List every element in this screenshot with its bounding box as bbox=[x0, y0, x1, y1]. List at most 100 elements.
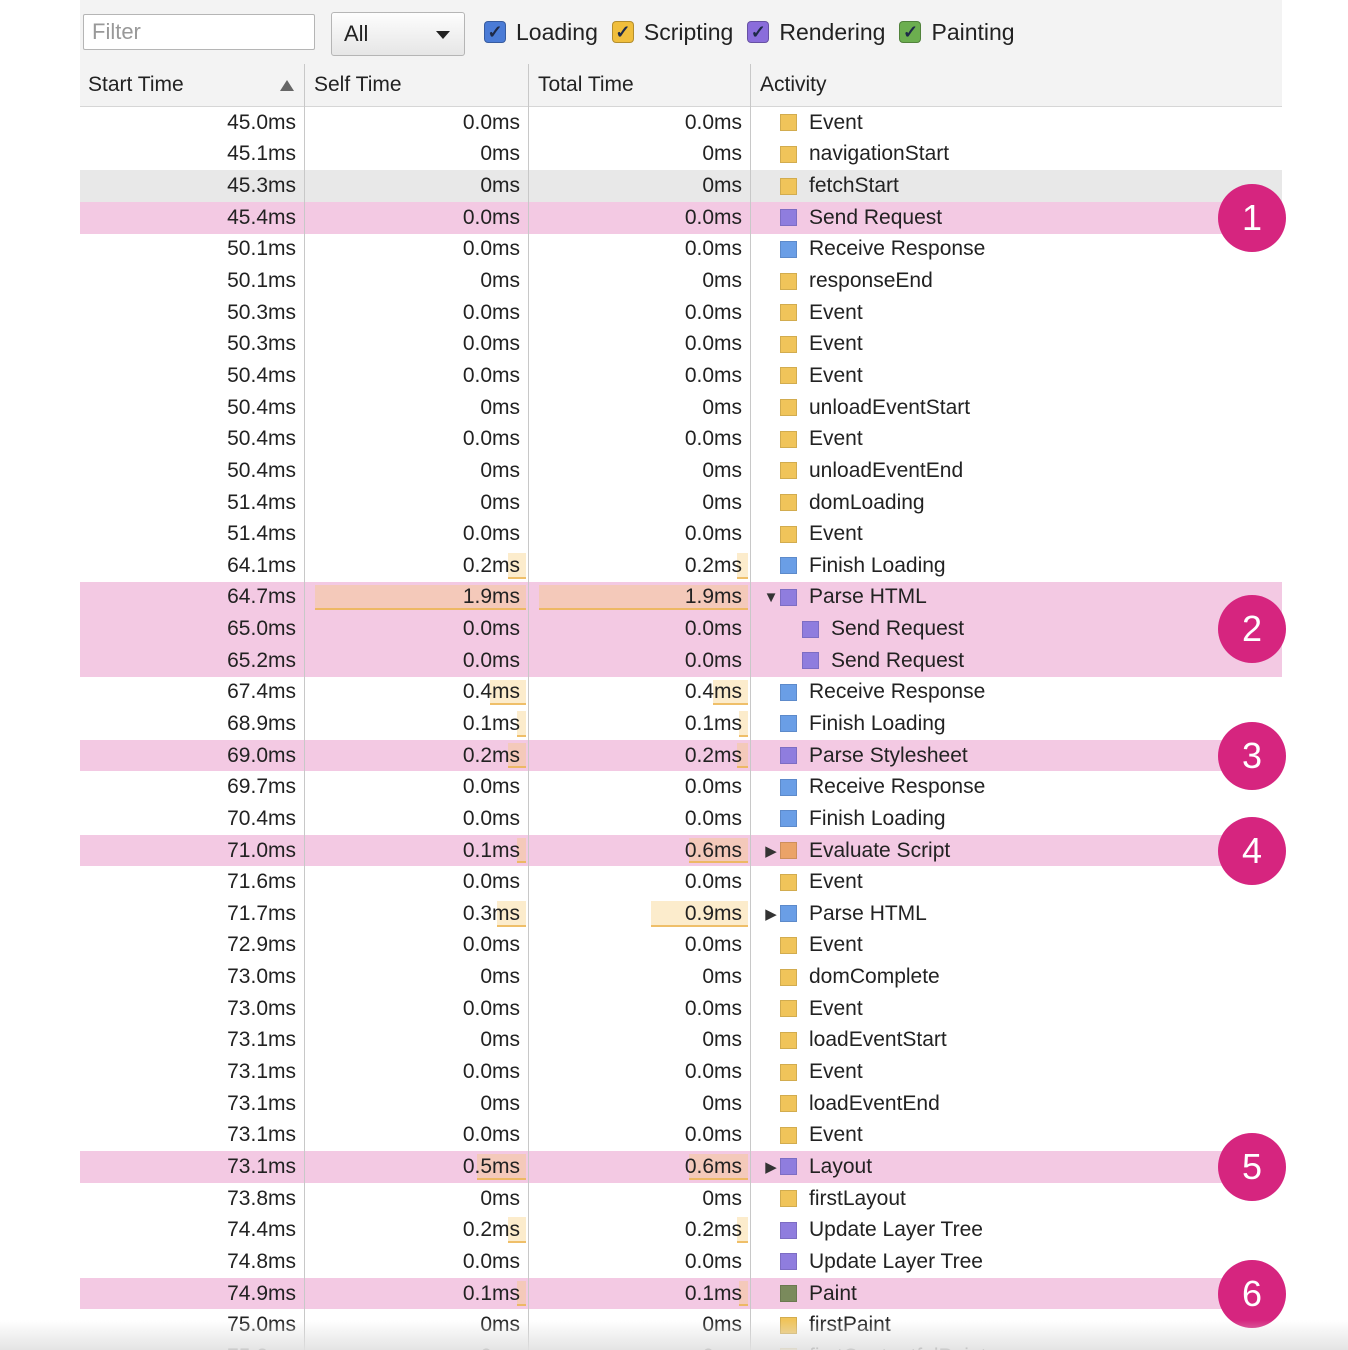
self-time-cell-value: 0.0ms bbox=[462, 806, 520, 830]
table-row[interactable]: 73.0ms 0ms 0ms domComplete bbox=[80, 961, 1282, 993]
total-time-cell-value: 0.2ms bbox=[684, 553, 742, 577]
table-row[interactable]: 71.7ms 0.3ms 0.9ms ▶ Parse HTML bbox=[80, 898, 1282, 930]
table-row[interactable]: 69.7ms 0.0ms 0.0ms Receive Response bbox=[80, 771, 1282, 803]
activity-name: Parse HTML bbox=[809, 585, 927, 609]
table-row[interactable]: 50.4ms 0ms 0ms unloadEventEnd bbox=[80, 455, 1282, 487]
table-row[interactable]: 65.0ms 0.0ms 0.0ms Send Request bbox=[80, 613, 1282, 645]
table-row[interactable]: 71.6ms 0.0ms 0.0ms Event bbox=[80, 866, 1282, 898]
activity-name: firstLayout bbox=[809, 1186, 906, 1210]
table-row[interactable]: 67.4ms 0.4ms 0.4ms Receive Response bbox=[80, 677, 1282, 709]
expand-triangle-right-icon[interactable]: ▶ bbox=[762, 905, 780, 923]
start-time-cell: 74.4ms bbox=[80, 1214, 304, 1246]
table-row[interactable]: 45.3ms 0ms 0ms fetchStart bbox=[80, 170, 1282, 202]
table-row[interactable]: 45.4ms 0.0ms 0.0ms Send Request bbox=[80, 201, 1282, 234]
category-swatch-icon bbox=[780, 1063, 797, 1081]
table-row[interactable]: 73.1ms 0ms 0ms loadEventStart bbox=[80, 1025, 1282, 1057]
table-row[interactable]: 73.1ms 0ms 0ms loadEventEnd bbox=[80, 1088, 1282, 1120]
activity-name: Update Layer Tree bbox=[809, 1249, 983, 1273]
filter-checkbox-painting[interactable]: ✓ Painting bbox=[899, 19, 1015, 46]
filter-checkbox-rendering[interactable]: ✓ Rendering bbox=[747, 19, 885, 46]
expand-triangle-right-icon[interactable]: ▶ bbox=[762, 1158, 780, 1176]
table-row[interactable]: 69.0ms 0.2ms 0.2ms Parse Stylesheet bbox=[80, 739, 1282, 772]
check-icon[interactable]: ✓ bbox=[611, 21, 634, 43]
table-row[interactable]: 45.0ms 0.0ms 0.0ms Event bbox=[80, 107, 1282, 139]
total-time-cell-value: 0.6ms bbox=[684, 1154, 742, 1178]
table-row[interactable]: 73.1ms 0.0ms 0.0ms Event bbox=[80, 1056, 1282, 1088]
table-row[interactable]: 73.1ms 0.0ms 0.0ms Event bbox=[80, 1120, 1282, 1152]
expand-triangle-right-icon[interactable]: ▶ bbox=[762, 842, 780, 860]
column-header-start-time[interactable]: Start Time bbox=[80, 64, 304, 106]
table-row[interactable]: 70.4ms 0.0ms 0.0ms Finish Loading bbox=[80, 803, 1282, 835]
column-header-self-time[interactable]: Self Time bbox=[306, 64, 528, 106]
table-row[interactable]: 50.4ms 0.0ms 0.0ms Event bbox=[80, 360, 1282, 392]
activity-name: Event bbox=[809, 300, 863, 324]
table-row[interactable]: 50.4ms 0ms 0ms unloadEventStart bbox=[80, 392, 1282, 424]
start-time-cell-value: 50.4ms bbox=[227, 363, 296, 387]
table-row[interactable]: 71.0ms 0.1ms 0.6ms ▶ Evaluate Script bbox=[80, 834, 1282, 867]
total-time-cell-value: 0.0ms bbox=[684, 110, 742, 134]
start-time-cell-value: 73.1ms bbox=[227, 1154, 296, 1178]
category-swatch-icon bbox=[780, 905, 797, 923]
total-time-cell-value: 0.0ms bbox=[684, 300, 742, 324]
table-row[interactable]: 72.9ms 0.0ms 0.0ms Event bbox=[80, 930, 1282, 962]
table-row[interactable]: 50.1ms 0.0ms 0.0ms Receive Response bbox=[80, 234, 1282, 266]
self-time-cell: 0.1ms bbox=[306, 1278, 528, 1310]
column-header-total-time[interactable]: Total Time bbox=[530, 64, 750, 106]
table-row[interactable]: 51.4ms 0ms 0ms domLoading bbox=[80, 487, 1282, 519]
table-row[interactable]: 45.1ms 0ms 0ms navigationStart bbox=[80, 139, 1282, 171]
category-swatch-icon bbox=[780, 936, 797, 954]
table-row[interactable]: 51.4ms 0.0ms 0.0ms Event bbox=[80, 518, 1282, 550]
total-time-cell: 0.0ms bbox=[530, 771, 750, 803]
filter-checkbox-scripting[interactable]: ✓ Scripting bbox=[611, 19, 733, 46]
table-row[interactable]: 73.0ms 0.0ms 0.0ms Event bbox=[80, 993, 1282, 1025]
table-row[interactable]: 50.3ms 0.0ms 0.0ms Event bbox=[80, 328, 1282, 360]
activity-cell: Paint bbox=[752, 1278, 1282, 1310]
activity-cell: Event bbox=[752, 107, 1282, 139]
category-swatch-icon bbox=[780, 240, 797, 258]
filter-input[interactable] bbox=[83, 14, 315, 50]
total-time-cell: 0.0ms bbox=[530, 1120, 750, 1152]
table-row[interactable]: 68.9ms 0.1ms 0.1ms Finish Loading bbox=[80, 708, 1282, 740]
check-icon[interactable]: ✓ bbox=[899, 21, 922, 43]
table-row[interactable]: 74.9ms 0.1ms 0.1ms Paint bbox=[80, 1277, 1282, 1310]
column-header-activity[interactable]: Activity bbox=[752, 64, 1282, 106]
check-icon[interactable]: ✓ bbox=[484, 21, 506, 43]
activity-cell: Event bbox=[752, 360, 1282, 392]
start-time-cell-value: 73.1ms bbox=[227, 1091, 296, 1115]
activity-cell: Event bbox=[752, 1056, 1282, 1088]
activity-cell: Event bbox=[752, 518, 1282, 550]
filter-checkbox-loading[interactable]: ✓ Loading bbox=[484, 19, 598, 46]
total-time-cell: 0.0ms bbox=[530, 1246, 750, 1278]
table-row[interactable]: 73.8ms 0ms 0ms firstLayout bbox=[80, 1183, 1282, 1215]
self-time-cell: 0.0ms bbox=[306, 1056, 528, 1088]
start-time-cell: 68.9ms bbox=[80, 708, 304, 740]
bottom-up-table: Start Time Self Time Total Time Activity… bbox=[80, 64, 1282, 1350]
check-icon[interactable]: ✓ bbox=[747, 21, 770, 43]
table-row[interactable]: 50.4ms 0.0ms 0.0ms Event bbox=[80, 423, 1282, 455]
table-row[interactable]: 73.1ms 0.5ms 0.6ms ▶ Layout bbox=[80, 1151, 1282, 1183]
self-time-cell: 0.0ms bbox=[306, 360, 528, 392]
activity-name: loadEventStart bbox=[809, 1028, 947, 1052]
table-row[interactable]: 50.3ms 0.0ms 0.0ms Event bbox=[80, 297, 1282, 329]
total-time-cell: 0.6ms bbox=[530, 835, 750, 867]
total-time-cell: 0.0ms bbox=[530, 613, 750, 645]
table-row[interactable]: 64.7ms 1.9ms 1.9ms ▼ Parse HTML bbox=[80, 581, 1282, 614]
activity-name: Event bbox=[809, 996, 863, 1020]
table-row[interactable]: 64.1ms 0.2ms 0.2ms Finish Loading bbox=[80, 550, 1282, 582]
start-time-cell-value: 50.4ms bbox=[227, 427, 296, 451]
expand-triangle-down-icon[interactable]: ▼ bbox=[762, 589, 780, 606]
table-row[interactable]: 74.4ms 0.2ms 0.2ms Update Layer Tree bbox=[80, 1214, 1282, 1246]
activity-name: Parse Stylesheet bbox=[809, 743, 968, 767]
table-row[interactable]: 50.1ms 0ms 0ms responseEnd bbox=[80, 265, 1282, 297]
start-time-cell-value: 73.8ms bbox=[227, 1186, 296, 1210]
table-row[interactable]: 74.8ms 0.0ms 0.0ms Update Layer Tree bbox=[80, 1246, 1282, 1278]
start-time-cell: 50.3ms bbox=[80, 328, 304, 360]
self-time-cell: 0ms bbox=[306, 265, 528, 297]
start-time-cell-value: 50.3ms bbox=[227, 300, 296, 324]
self-time-cell: 0.0ms bbox=[306, 518, 528, 550]
table-row[interactable]: 65.2ms 0.0ms 0.0ms Send Request bbox=[80, 644, 1282, 677]
category-select[interactable]: All bbox=[331, 12, 465, 56]
total-time-cell: 0.4ms bbox=[530, 677, 750, 709]
total-time-cell: 0.2ms bbox=[530, 740, 750, 772]
start-time-cell: 73.1ms bbox=[80, 1151, 304, 1183]
